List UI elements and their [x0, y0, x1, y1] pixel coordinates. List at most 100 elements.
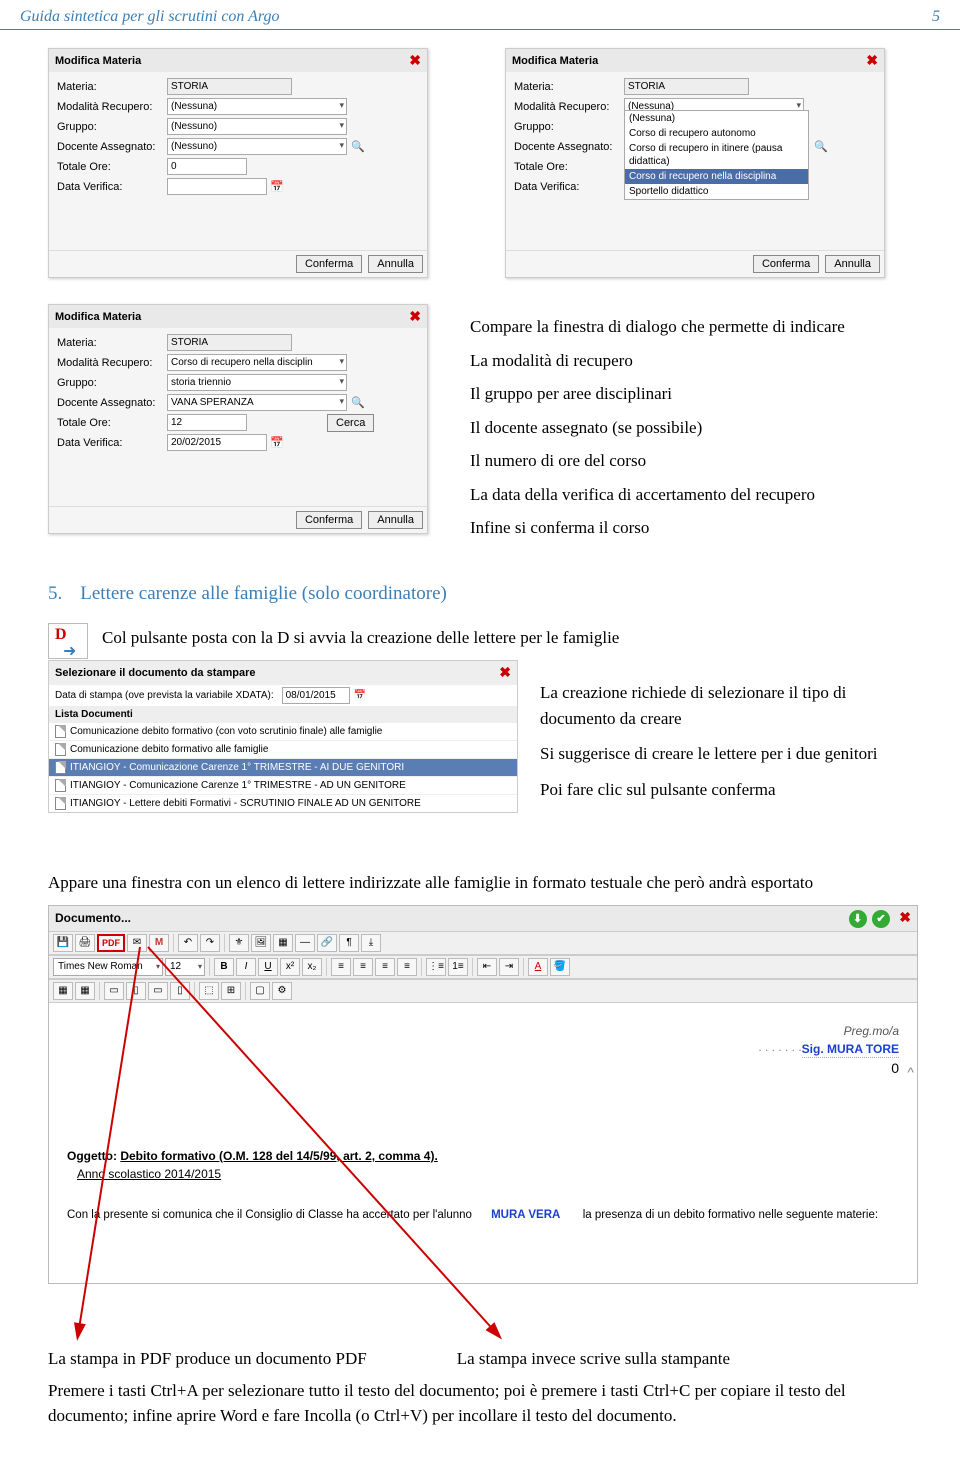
select-size[interactable]: 12: [165, 958, 205, 976]
download-icon[interactable]: ⬇: [849, 910, 867, 928]
field-ore[interactable]: 0: [167, 158, 247, 175]
print-icon[interactable]: 🖨: [75, 934, 95, 952]
conferma-button[interactable]: Conferma: [753, 255, 819, 273]
italic-icon[interactable]: I: [236, 958, 256, 976]
image-icon[interactable]: 🖼: [251, 934, 271, 952]
align-center-icon[interactable]: ≡: [353, 958, 373, 976]
toolbar-3: ▦ ▦ ▭ ▯ ▭ ▯ ⬚ ⊞ ▢ ⚙: [49, 979, 917, 1003]
doc-select-header: Selezionare il documento da stampare ✖: [49, 661, 517, 684]
dropdown-modalita[interactable]: (Nessuna) Corso di recupero autonomo Cor…: [624, 110, 809, 200]
annulla-button[interactable]: Annulla: [368, 511, 423, 529]
redo-icon[interactable]: ↷: [200, 934, 220, 952]
link-icon[interactable]: 🔗: [317, 934, 337, 952]
select-gruppo[interactable]: storia triennio: [167, 374, 347, 391]
select-docente[interactable]: (Nessuno): [167, 138, 347, 155]
pdf-button[interactable]: PDF: [97, 934, 125, 952]
outdent-icon[interactable]: ⇤: [477, 958, 497, 976]
search-icon[interactable]: 🔍: [351, 396, 365, 409]
section-5: 5. Lettere carenze alle famiglie (solo c…: [48, 580, 908, 659]
save-icon[interactable]: 💾: [53, 934, 73, 952]
list-item[interactable]: ITIANGIOY - Comunicazione Carenze 1° TRI…: [49, 776, 517, 794]
align-left-icon[interactable]: ≡: [331, 958, 351, 976]
letter-subject: Debito formativo (O.M. 128 del 14/5/99, …: [120, 1149, 437, 1163]
editor-title: Documento... ⬇ ✔ ✖: [49, 906, 917, 931]
select-gruppo[interactable]: (Nessuno): [167, 118, 347, 135]
doc-icon: [55, 761, 66, 774]
text-color-icon[interactable]: A: [528, 958, 548, 976]
list-item[interactable]: Comunicazione debito formativo (con voto…: [49, 722, 517, 740]
editor-body[interactable]: Preg.mo/a . . . . . . .Sig. MURA TORE 0 …: [49, 1003, 917, 1283]
gmail-icon[interactable]: M: [149, 934, 169, 952]
dialog-modifica-materia-a: Modifica Materia ✖ Materia:STORIA Modali…: [48, 48, 428, 278]
calendar-icon[interactable]: 📅: [270, 180, 284, 193]
insrow-icon[interactable]: ▭: [104, 982, 124, 1000]
conferma-button[interactable]: Conferma: [296, 511, 362, 529]
align-right-icon[interactable]: ≡: [375, 958, 395, 976]
delcol-icon[interactable]: ▯: [170, 982, 190, 1000]
select-modalita[interactable]: Corso di recupero nella disciplin: [167, 354, 347, 371]
search-icon[interactable]: 🔍: [351, 140, 365, 153]
mail-icon[interactable]: ✉: [127, 934, 147, 952]
confirm-icon[interactable]: ✔: [872, 910, 890, 928]
super-icon[interactable]: x²: [280, 958, 300, 976]
grid2-icon[interactable]: ▦: [75, 982, 95, 1000]
indent-icon[interactable]: ⇥: [499, 958, 519, 976]
dialog-a-title: Modifica Materia ✖: [49, 49, 427, 72]
list-bullet-icon[interactable]: ⋮≡: [426, 958, 446, 976]
pagebreak-icon[interactable]: ⤓: [361, 934, 381, 952]
split-icon[interactable]: ⊞: [221, 982, 241, 1000]
close-icon[interactable]: ✖: [866, 52, 878, 69]
doc-icon: [55, 725, 66, 738]
dialog-modifica-materia-b: Modifica Materia ✖ Materia:STORIA Modali…: [505, 48, 885, 278]
list-item[interactable]: ITIANGIOY - Comunicazione Carenze 1° TRI…: [49, 758, 517, 776]
close-icon[interactable]: ✖: [499, 664, 511, 681]
para-appare: Appare una finestra con un elenco di let…: [48, 870, 918, 896]
inscol-icon[interactable]: ▯: [126, 982, 146, 1000]
close-icon[interactable]: ✖: [409, 308, 421, 325]
borders-icon[interactable]: ▢: [250, 982, 270, 1000]
underline-icon[interactable]: U: [258, 958, 278, 976]
annulla-button[interactable]: Annulla: [368, 255, 423, 273]
emblem-icon[interactable]: ⚜: [229, 934, 249, 952]
doc-icon: [55, 779, 66, 792]
field-date[interactable]: 08/01/2015: [282, 687, 350, 704]
student-name: MURA VERA: [491, 1209, 560, 1221]
doc-icon: [55, 797, 66, 810]
dialog-modifica-materia-c: Modifica Materia ✖ Materia:STORIA Modali…: [48, 304, 428, 534]
list-number-icon[interactable]: 1≡: [448, 958, 468, 976]
prose-right: Compare la finestra di dialogo che perme…: [470, 314, 920, 541]
merge-icon[interactable]: ⬚: [199, 982, 219, 1000]
calendar-icon[interactable]: 📅: [354, 690, 366, 701]
field-data-verifica[interactable]: [167, 178, 267, 195]
fill-color-icon[interactable]: 🪣: [550, 958, 570, 976]
annulla-button[interactable]: Annulla: [825, 255, 880, 273]
select-modalita[interactable]: (Nessuna): [167, 98, 347, 115]
delrow-icon[interactable]: ▭: [148, 982, 168, 1000]
paragraph-icon[interactable]: ¶: [339, 934, 359, 952]
close-icon[interactable]: ✖: [409, 52, 421, 69]
send-d-icon[interactable]: [48, 623, 88, 659]
list-item[interactable]: ITIANGIOY - Lettere debiti Formativi - S…: [49, 794, 517, 812]
header-pagenum: 5: [932, 8, 940, 26]
select-docente[interactable]: VANA SPERANZA: [167, 394, 347, 411]
copy-instructions: Premere i tasti Ctrl+A per selezionare t…: [48, 1378, 918, 1429]
list-item[interactable]: Comunicazione debito formativo alle fami…: [49, 740, 517, 758]
undo-icon[interactable]: ↶: [178, 934, 198, 952]
props-icon[interactable]: ⚙: [272, 982, 292, 1000]
bold-icon[interactable]: B: [214, 958, 234, 976]
cerca-button[interactable]: Cerca: [327, 414, 374, 432]
sub-icon[interactable]: x₂: [302, 958, 322, 976]
search-icon[interactable]: 🔍: [814, 140, 828, 153]
select-font[interactable]: Times New Roman: [53, 958, 163, 976]
calendar-icon[interactable]: 📅: [270, 436, 284, 449]
grid1-icon[interactable]: ▦: [53, 982, 73, 1000]
conferma-button[interactable]: Conferma: [296, 255, 362, 273]
table-icon[interactable]: ▦: [273, 934, 293, 952]
field-data-verifica[interactable]: 20/02/2015: [167, 434, 267, 451]
align-justify-icon[interactable]: ≡: [397, 958, 417, 976]
special-icon[interactable]: —: [295, 934, 315, 952]
dialog-c-title: Modifica Materia ✖: [49, 305, 427, 328]
scroll-up-icon[interactable]: ^: [907, 1063, 914, 1082]
close-icon[interactable]: ✖: [899, 909, 911, 925]
field-ore[interactable]: 12: [167, 414, 247, 431]
